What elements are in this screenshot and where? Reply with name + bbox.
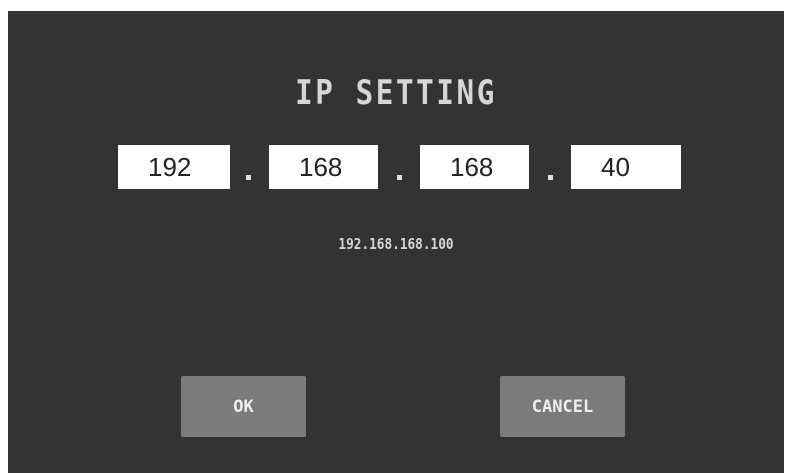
cancel-button-label: CANCEL (531, 396, 594, 417)
ip-separator-dot (246, 175, 251, 180)
ip-octet-1-field[interactable] (118, 145, 230, 189)
page-title: IP SETTING (295, 73, 497, 113)
cancel-button[interactable]: CANCEL (500, 376, 625, 437)
ip-octet-2-field[interactable] (269, 145, 378, 189)
ok-button[interactable]: OK (181, 376, 306, 437)
ip-separator-dot (397, 175, 402, 180)
ip-octet-4-field[interactable] (571, 145, 681, 189)
ip-octet-3-field[interactable] (420, 145, 529, 189)
ok-button-label: OK (233, 396, 254, 417)
ip-separator-dot (548, 175, 553, 180)
ip-setting-dialog: IP SETTING 192.168.168.100 OK CANCEL (8, 11, 784, 473)
current-ip-label: 192.168.168.100 (338, 235, 454, 253)
